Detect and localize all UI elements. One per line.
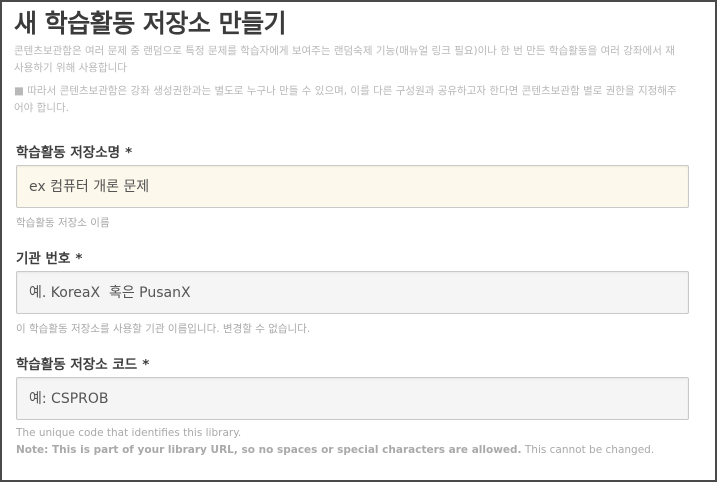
intro-line: 사용하기 위해 사용합니다 — [14, 62, 127, 74]
library-name-input[interactable] — [16, 165, 689, 208]
library-code-helper: The unique code that identifies this lib… — [16, 427, 241, 439]
intro-line: ■ 따라서 콘텐츠보관함은 강좌 생성권한과는 별도로 누구나 만들 수 있으며… — [14, 85, 677, 97]
intro-line: 어야 합니다. — [14, 102, 69, 114]
org-label-text: 기관 번호 — [16, 251, 71, 267]
intro-note: ■ 따라서 콘텐츠보관함은 강좌 생성권한과는 별도로 누구나 만들 수 있으며… — [14, 83, 715, 117]
library-code-note-tail: This cannot be changed. — [521, 444, 655, 456]
library-code-input[interactable] — [16, 377, 689, 420]
intro-line: 콘텐츠보관함은 여러 문제 중 랜덤으로 특정 문제를 학습자에게 보여주는 랜… — [14, 45, 675, 57]
library-code-note-bold: Note: This is part of your library URL, … — [16, 444, 522, 456]
library-name-label: 학습활동 저장소명 * — [16, 141, 132, 161]
required-mark: * — [125, 145, 133, 161]
org-helper: 이 학습활동 저장소를 사용할 기관 이름입니다. 변경할 수 없습니다. — [16, 323, 311, 335]
library-code-note: Note: This is part of your library URL, … — [16, 444, 654, 456]
library-code-label: 학습활동 저장소 코드 * — [16, 353, 149, 373]
org-label: 기관 번호 * — [16, 247, 82, 267]
library-name-label-text: 학습활동 저장소명 — [16, 145, 121, 161]
library-name-helper: 학습활동 저장소 이름 — [16, 217, 110, 229]
required-mark: * — [75, 251, 83, 267]
required-mark: * — [142, 357, 150, 373]
dialog-frame: 새 학습활동 저장소 만들기 콘텐츠보관함은 여러 문제 중 랜덤으로 특정 문… — [0, 0, 717, 482]
page-title: 새 학습활동 저장소 만들기 — [14, 9, 287, 38]
library-code-label-text: 학습활동 저장소 코드 — [16, 357, 138, 373]
org-input[interactable] — [16, 271, 689, 314]
intro-text: 콘텐츠보관함은 여러 문제 중 랜덤으로 특정 문제를 학습자에게 보여주는 랜… — [14, 43, 715, 77]
library-code-helper-text: The unique code that identifies this lib… — [16, 427, 242, 439]
